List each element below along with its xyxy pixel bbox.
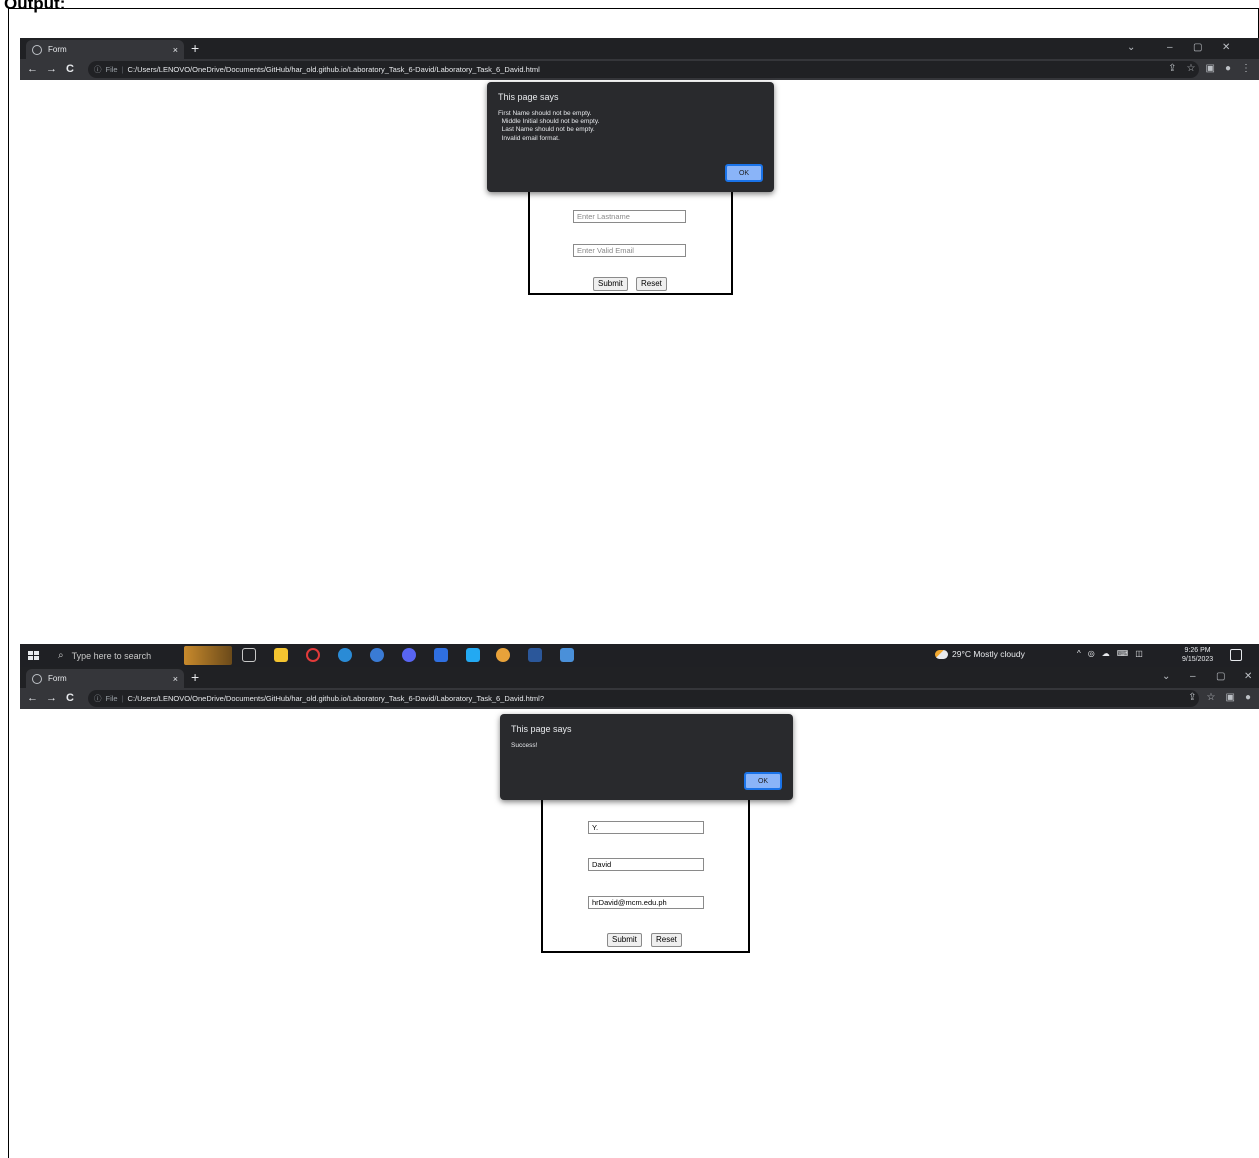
dialog-title: This page says: [511, 724, 572, 734]
email-input[interactable]: [573, 244, 686, 257]
url-text: C:/Users/LENOVO/OneDrive/Documents/GitHu…: [127, 694, 544, 703]
browser-tab[interactable]: Form ×: [26, 40, 184, 59]
file-chip: File: [105, 694, 118, 703]
bookmark-star-icon[interactable]: ☆: [1187, 63, 1196, 75]
url-text: C:/Users/LENOVO/OneDrive/Documents/GitHu…: [127, 65, 540, 74]
minimize-icon[interactable]: –: [1190, 670, 1196, 684]
app-icon-2[interactable]: [560, 648, 574, 662]
search-icon: ⌕: [58, 650, 64, 661]
address-separator: |: [121, 65, 124, 74]
form-container: Submit Reset: [541, 777, 750, 953]
profile-icon[interactable]: ●: [1225, 63, 1231, 75]
alert-dialog: This page says Success! OK: [500, 714, 793, 800]
new-tab-button[interactable]: +: [191, 669, 199, 686]
ok-button[interactable]: OK: [744, 772, 782, 790]
email-input[interactable]: [588, 896, 704, 909]
side-panel-icon[interactable]: ▣: [1226, 692, 1235, 704]
ok-button[interactable]: OK: [725, 164, 763, 182]
windows-start-icon[interactable]: [28, 651, 39, 660]
screenshot-validation-error: Form × + ⌄ – ▢ ✕ ← → C ⓘ File | C:/Users…: [20, 38, 1259, 667]
file-chip: File: [105, 65, 118, 74]
menu-icon[interactable]: ⋮: [1241, 63, 1251, 75]
address-separator: |: [121, 694, 124, 703]
globe-icon: [32, 673, 42, 684]
toolbar-icons: ⇪ ☆ ▣ ● ⋮: [1168, 63, 1251, 75]
tab-search-icon[interactable]: ⌄: [1127, 41, 1135, 55]
close-tab-icon[interactable]: ×: [173, 45, 178, 55]
toolbar-icons: ⇪ ☆ ▣ ●: [1188, 692, 1251, 704]
screenshot-success: Form × + ⌄ – ▢ ✕ ← → C ⓘ File | C:/Users…: [20, 667, 1259, 1158]
weather-text: 29°C Mostly cloudy: [952, 649, 1025, 659]
network-icon[interactable]: ◫: [1135, 649, 1143, 658]
onedrive-icon[interactable]: ☁: [1102, 649, 1110, 658]
word-icon[interactable]: [528, 648, 542, 662]
share-icon[interactable]: ⇪: [1188, 692, 1196, 704]
proton-vpn-icon[interactable]: [434, 648, 448, 662]
restore-icon[interactable]: ▢: [1193, 41, 1202, 55]
tab-search-icon[interactable]: ⌄: [1162, 670, 1170, 684]
alert-dialog: This page says First Name should not be …: [487, 82, 774, 192]
discord-icon[interactable]: [402, 648, 416, 662]
windows-taskbar: ⌕ Type here to search 29°C Mostly cloudy…: [20, 644, 1259, 667]
tab-title: Form: [48, 674, 67, 683]
back-icon[interactable]: ←: [27, 691, 38, 705]
back-icon[interactable]: ←: [27, 62, 38, 76]
steam-icon[interactable]: [338, 648, 352, 662]
tab-strip: Form × + ⌄ – ▢ ✕: [20, 667, 1259, 688]
minimize-icon[interactable]: –: [1167, 41, 1173, 55]
site-info-icon[interactable]: ⓘ: [94, 693, 102, 704]
side-panel-icon[interactable]: ▣: [1206, 63, 1215, 75]
restore-icon[interactable]: ▢: [1216, 670, 1225, 684]
app-icon[interactable]: [370, 648, 384, 662]
address-bar[interactable]: ⓘ File | C:/Users/LENOVO/OneDrive/Docume…: [88, 61, 1199, 78]
show-hidden-icons-icon[interactable]: ^: [1077, 649, 1081, 658]
reset-button[interactable]: Reset: [636, 277, 667, 291]
weather-widget[interactable]: 29°C Mostly cloudy: [935, 649, 1025, 659]
taskbar-search[interactable]: ⌕ Type here to search: [52, 647, 184, 664]
reload-icon[interactable]: C: [66, 691, 74, 705]
close-window-icon[interactable]: ✕: [1222, 41, 1230, 55]
lastname-input[interactable]: [573, 210, 686, 223]
address-bar[interactable]: ⓘ File | C:/Users/LENOVO/OneDrive/Docume…: [88, 690, 1199, 707]
browser-tab[interactable]: Form ×: [26, 669, 184, 688]
vscode-icon[interactable]: [466, 648, 480, 662]
clock-date: 9/15/2023: [1182, 656, 1214, 663]
search-highlight-image[interactable]: [184, 646, 232, 665]
keyboard-icon[interactable]: ⌨: [1117, 649, 1129, 658]
dialog-message: First Name should not be empty. Middle I…: [498, 110, 600, 142]
share-icon[interactable]: ⇪: [1168, 63, 1176, 75]
forward-icon[interactable]: →: [46, 62, 57, 76]
taskbar-clock[interactable]: 9:26 PM 9/15/2023: [1182, 646, 1213, 664]
file-explorer-icon[interactable]: [274, 648, 288, 662]
task-view-icon[interactable]: [242, 648, 256, 662]
profile-icon[interactable]: ●: [1245, 692, 1251, 704]
lastname-input[interactable]: [588, 858, 704, 871]
notification-center-icon[interactable]: [1230, 649, 1242, 661]
bookmark-star-icon[interactable]: ☆: [1207, 692, 1216, 704]
clock-time: 9:26 PM: [1184, 647, 1211, 654]
tray-app-icon[interactable]: ◎: [1088, 649, 1095, 658]
submit-button[interactable]: Submit: [593, 277, 628, 291]
forward-icon[interactable]: →: [46, 691, 57, 705]
middle-initial-input[interactable]: [588, 821, 704, 834]
dialog-title: This page says: [498, 92, 559, 102]
globe-icon: [32, 44, 42, 55]
reset-button[interactable]: Reset: [651, 933, 682, 947]
new-tab-button[interactable]: +: [191, 40, 199, 57]
site-info-icon[interactable]: ⓘ: [94, 64, 102, 75]
browser-toolbar: ← → C ⓘ File | C:/Users/LENOVO/OneDrive/…: [20, 688, 1259, 709]
close-tab-icon[interactable]: ×: [173, 674, 178, 684]
opera-icon[interactable]: [306, 648, 320, 662]
search-placeholder: Type here to search: [71, 650, 152, 661]
close-window-icon[interactable]: ✕: [1244, 670, 1252, 684]
cloudy-weather-icon: [935, 649, 948, 659]
tab-title: Form: [48, 45, 67, 54]
reload-icon[interactable]: C: [66, 62, 74, 76]
dialog-message: Success!: [511, 742, 538, 749]
system-tray: ^ ◎ ☁ ⌨ ◫: [1077, 649, 1143, 658]
tab-strip: Form × + ⌄ – ▢ ✕: [20, 38, 1259, 59]
chrome-icon[interactable]: [496, 648, 510, 662]
submit-button[interactable]: Submit: [607, 933, 642, 947]
browser-toolbar: ← → C ⓘ File | C:/Users/LENOVO/OneDrive/…: [20, 59, 1259, 80]
